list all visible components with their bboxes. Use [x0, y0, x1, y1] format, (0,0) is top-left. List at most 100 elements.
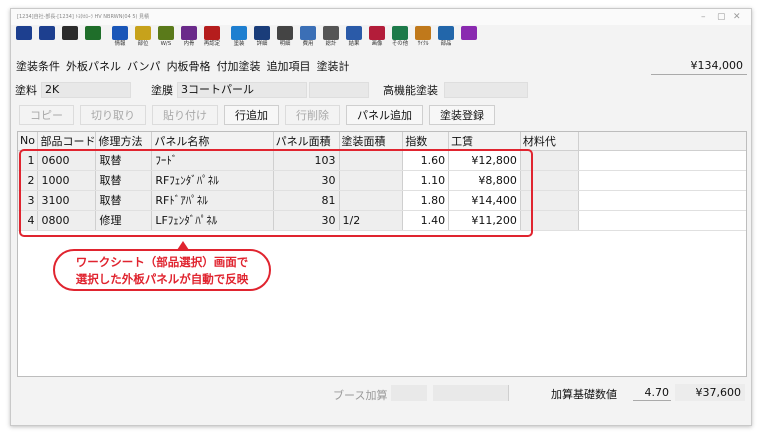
section-tabs: 塗装条件 外板パネル バンパ 内板骨格 付加塗装 追加項目 塗装計	[15, 59, 351, 75]
diamond-icon	[461, 26, 477, 40]
list-icon	[277, 26, 293, 40]
base-amount: ¥37,600	[675, 384, 745, 401]
column-header-8[interactable]: 材料代	[520, 132, 579, 151]
total-icon	[323, 26, 339, 40]
detail-icon	[254, 26, 270, 40]
callout-line-2: 選択した外板パネルが自動で反映	[75, 272, 249, 286]
tab-1[interactable]: 外板パネル	[65, 59, 122, 75]
toolbar-button-label: 詳細	[256, 40, 268, 47]
base-index: 4.70	[633, 384, 671, 401]
toolbar-button-diamond[interactable]	[458, 24, 480, 48]
toolbar-button-paint[interactable]: 塗装	[228, 24, 250, 48]
action-button-6[interactable]: 塗装登録	[429, 105, 495, 125]
toolbar-button-label: 内骨	[183, 40, 195, 47]
toolbar-button-cost[interactable]: 費用	[297, 24, 319, 48]
action-button-0[interactable]: コピー	[19, 105, 74, 125]
image-icon	[369, 26, 385, 40]
toolbar-button-label: 情報	[114, 40, 126, 47]
booth-label: ブース加算	[333, 389, 388, 402]
high-function-label: 高機能塗装	[383, 84, 438, 97]
column-header-7[interactable]: 工賃	[448, 132, 521, 151]
other-icon	[392, 26, 408, 40]
save-icon	[16, 26, 32, 40]
tab-4[interactable]: 付加塗装	[216, 59, 262, 75]
window-title: [1234]自社-部長-[1234] ﾄﾖﾀｶﾛｰﾗ HV NBRWN(04 5…	[17, 14, 150, 20]
toolbar-button-label: その他	[391, 40, 409, 47]
toolbar-button-label: 部品	[440, 40, 452, 47]
info-icon	[112, 26, 128, 40]
toolbar-button-worksheet[interactable]: W/S	[155, 24, 177, 48]
action-button-4[interactable]: 行削除	[285, 105, 340, 125]
action-buttons: コピー 切り取り 貼り付け 行追加 行削除 パネル追加 塗装登録	[19, 105, 495, 127]
toolbar-button-car[interactable]: 部品	[435, 24, 457, 48]
toolbar-button-label: 結果	[348, 40, 360, 47]
toolbar-button-other[interactable]: その他	[389, 24, 411, 48]
tab-3[interactable]: 内板骨格	[166, 59, 212, 75]
action-button-5[interactable]: パネル追加	[346, 105, 423, 125]
coat-extra-field[interactable]	[309, 82, 369, 98]
base-value-label: 加算基礎数値	[551, 388, 617, 401]
toolbar-button-result[interactable]: 結果	[343, 24, 365, 48]
toolbar-button-list[interactable]: 明細	[274, 24, 296, 48]
column-header-0[interactable]: No	[18, 132, 39, 151]
action-button-1[interactable]: 切り取り	[80, 105, 146, 125]
main-toolbar: 情報 部位 W/S 内骨 再認定 塗装 詳細 明細 費用 総計 結果 画像 その他 ｻｲｸﾙ 部品	[13, 23, 749, 49]
toolbar-button-save[interactable]	[13, 24, 35, 48]
cell-filler	[578, 190, 746, 211]
toolbar-button-info[interactable]: 情報	[109, 24, 131, 48]
toolbar-button-parts[interactable]: 部位	[132, 24, 154, 48]
toolbar-button-label: 総計	[325, 40, 337, 47]
frame-icon	[181, 26, 197, 40]
toolbar-button-total[interactable]: 総計	[320, 24, 342, 48]
toolbar-button-label: 画像	[371, 40, 383, 47]
toolbar-button-exit[interactable]	[82, 24, 104, 48]
toolbar-button-recert[interactable]: 再認定	[201, 24, 223, 48]
paint-label: 塗料	[15, 84, 37, 97]
toolbar-button-print[interactable]	[59, 24, 81, 48]
column-header-1[interactable]: 部品コード	[37, 132, 97, 151]
highlight-frame	[19, 149, 533, 237]
booth-field-1[interactable]	[391, 385, 427, 401]
cost-icon	[300, 26, 316, 40]
worksheet-icon	[158, 26, 174, 40]
toolbar-button-cycle[interactable]: ｻｲｸﾙ	[412, 24, 434, 48]
column-header-filler	[578, 132, 746, 151]
tab-2[interactable]: バンパ	[126, 59, 162, 75]
toolbar-button-frame[interactable]: 内骨	[178, 24, 200, 48]
column-header-2[interactable]: 修理方法	[95, 132, 153, 151]
action-button-2[interactable]: 貼り付け	[152, 105, 218, 125]
toolbar-button-detail[interactable]: 詳細	[251, 24, 273, 48]
cell-filler	[578, 210, 746, 231]
booth-field-2[interactable]	[433, 385, 509, 401]
save-as-icon	[39, 26, 55, 40]
result-icon	[346, 26, 362, 40]
app-window: [1234]自社-部長-[1234] ﾄﾖﾀｶﾛｰﾗ HV NBRWN(04 5…	[10, 8, 752, 426]
toolbar-button-image[interactable]: 画像	[366, 24, 388, 48]
table-header: No 部品コード 修理方法 パネル名称 パネル面積 塗装面積 指数 工賃 材料代	[18, 132, 746, 151]
tab-5[interactable]: 追加項目	[266, 59, 312, 75]
high-function-field[interactable]	[444, 82, 528, 98]
callout-line-1: ワークシート（部品選択）画面で	[75, 255, 249, 269]
paint-field[interactable]: 2K	[41, 82, 131, 98]
grand-total: ¥134,000	[651, 57, 747, 75]
cell-filler	[578, 170, 746, 191]
tab-6[interactable]: 塗装計	[316, 59, 351, 75]
column-header-5[interactable]: 塗装面積	[339, 132, 404, 151]
coat-label: 塗膜	[151, 84, 173, 97]
toolbar-button-label: 塗装	[233, 40, 245, 47]
paint-icon	[231, 26, 247, 40]
toolbar-button-label: 部位	[137, 40, 149, 47]
coat-field[interactable]: 3コートパール	[177, 82, 307, 98]
toolbar-button-label: W/S	[160, 40, 172, 47]
column-header-3[interactable]: パネル名称	[151, 132, 274, 151]
car-icon	[438, 26, 454, 40]
toolbar-button-save-as[interactable]	[36, 24, 58, 48]
print-icon	[62, 26, 78, 40]
cycle-icon	[415, 26, 431, 40]
column-header-6[interactable]: 指数	[402, 132, 450, 151]
action-button-3[interactable]: 行追加	[224, 105, 279, 125]
tab-0[interactable]: 塗装条件	[15, 59, 61, 75]
toolbar-button-label: 費用	[302, 40, 314, 47]
toolbar-button-label: ｻｲｸﾙ	[417, 40, 429, 47]
column-header-4[interactable]: パネル面積	[273, 132, 340, 151]
